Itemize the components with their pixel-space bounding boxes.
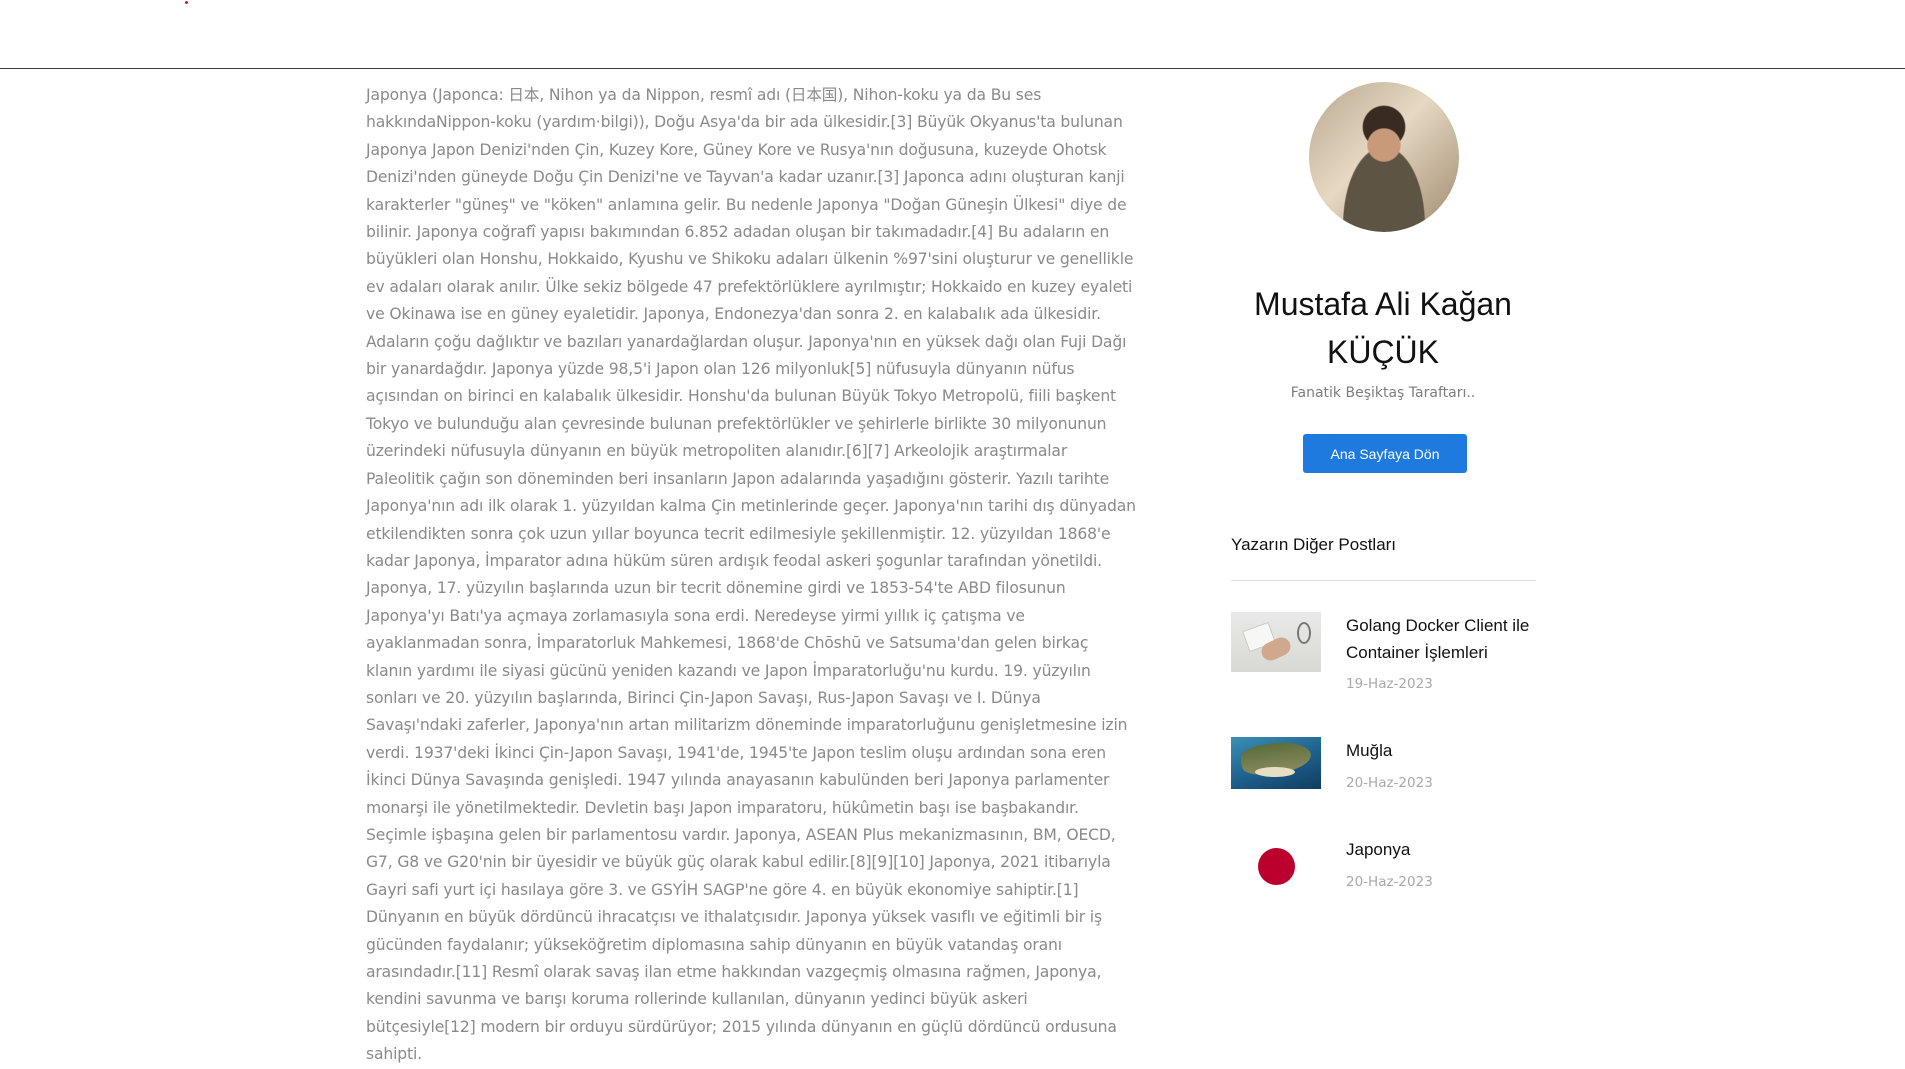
divider	[1231, 580, 1536, 581]
post-item-japan[interactable]: Japonya 20-Haz-2023	[1231, 836, 1536, 896]
scissors-image	[1297, 622, 1311, 644]
post-date: 19-Haz-2023	[1346, 676, 1433, 692]
article-body: Japonya (Japonca: 日本, Nihon ya da Nippon…	[366, 82, 1139, 1069]
beach-image	[1255, 767, 1295, 777]
post-title[interactable]: Golang Docker Client ile Container İşlem…	[1346, 612, 1536, 666]
japan-flag-icon	[1258, 848, 1295, 885]
post-title[interactable]: Muğla	[1346, 737, 1536, 764]
post-item-mugla[interactable]: Muğla 20-Haz-2023	[1231, 737, 1536, 797]
top-navbar	[0, 0, 1905, 69]
author-name: Mustafa Ali Kağan KÜÇÜK	[1254, 286, 1512, 370]
post-date: 20-Haz-2023	[1346, 874, 1433, 890]
article-paragraph: Japonya (Japonca: 日本, Nihon ya da Nippon…	[366, 86, 1136, 1064]
author-bio: Fanatik Beşiktaş Taraftarı..	[1290, 385, 1476, 401]
post-thumbnail[interactable]	[1231, 737, 1321, 789]
home-button[interactable]: Ana Sayfaya Dön	[1303, 434, 1467, 473]
post-thumbnail[interactable]	[1231, 836, 1321, 896]
post-thumbnail[interactable]	[1231, 612, 1321, 672]
post-date: 20-Haz-2023	[1346, 775, 1433, 791]
post-title[interactable]: Japonya	[1346, 836, 1536, 863]
logo-mark[interactable]	[185, 1, 188, 4]
other-posts-heading: Yazarın Diğer Postları	[1231, 535, 1397, 554]
post-item-docker[interactable]: Golang Docker Client ile Container İşlem…	[1231, 612, 1536, 692]
author-avatar	[1309, 82, 1459, 232]
